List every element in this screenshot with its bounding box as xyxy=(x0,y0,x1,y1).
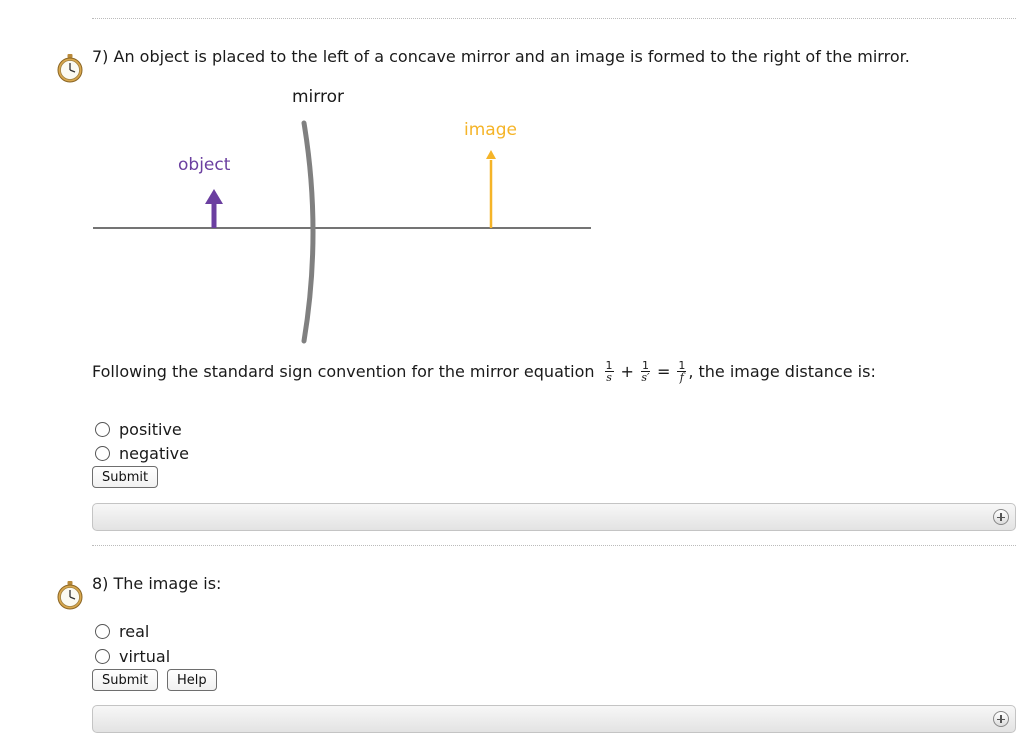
option-negative[interactable]: negative xyxy=(95,442,189,464)
option-real[interactable]: real xyxy=(95,620,149,642)
mirror-equation: 1s + 1 s′ = 1f xyxy=(604,358,687,384)
radio-virtual[interactable] xyxy=(95,648,110,664)
option-positive[interactable]: positive xyxy=(95,418,182,440)
option-positive-label: positive xyxy=(119,419,182,439)
question-7-text: 7) An object is placed to the left of a … xyxy=(92,47,910,66)
image-label: image xyxy=(464,120,517,140)
object-arrow-head xyxy=(205,189,223,204)
option-virtual[interactable]: virtual xyxy=(95,645,170,667)
concave-mirror xyxy=(301,120,316,344)
mirror-diagram xyxy=(93,120,591,344)
stopwatch-icon xyxy=(57,54,83,83)
object-label: object xyxy=(178,155,231,175)
q8-submit-button[interactable]: Submit xyxy=(92,669,159,691)
plus-circle-icon[interactable] xyxy=(993,509,1009,525)
fraction-1-over-s-prime: 1 s′ xyxy=(640,358,650,384)
q8-help-button[interactable]: Help xyxy=(167,669,217,691)
divider-middle xyxy=(92,545,1016,546)
q8-feedback-bar[interactable] xyxy=(92,705,1016,733)
fraction-1-over-f: 1f xyxy=(677,358,687,384)
radio-negative[interactable] xyxy=(95,445,110,461)
radio-positive[interactable] xyxy=(95,421,110,437)
option-negative-label: negative xyxy=(119,443,189,463)
option-virtual-label: virtual xyxy=(119,646,171,666)
prompt-before-text: Following the standard sign convention f… xyxy=(92,361,595,381)
prompt-after-text: , the image distance is: xyxy=(688,361,876,381)
q7-feedback-bar[interactable] xyxy=(92,503,1016,531)
stopwatch-icon xyxy=(57,581,83,610)
divider-top xyxy=(92,18,1016,19)
image-arrow-head xyxy=(486,150,496,159)
q7-submit-button[interactable]: Submit xyxy=(92,466,159,488)
radio-real[interactable] xyxy=(95,623,110,639)
mirror-label: mirror xyxy=(292,87,344,107)
option-real-label: real xyxy=(119,621,150,641)
fraction-1-over-s: 1s xyxy=(604,358,614,384)
plus-circle-icon[interactable] xyxy=(993,711,1009,727)
question-7-prompt: Following the standard sign convention f… xyxy=(92,357,876,385)
question-8-text: 8) The image is: xyxy=(92,574,222,593)
